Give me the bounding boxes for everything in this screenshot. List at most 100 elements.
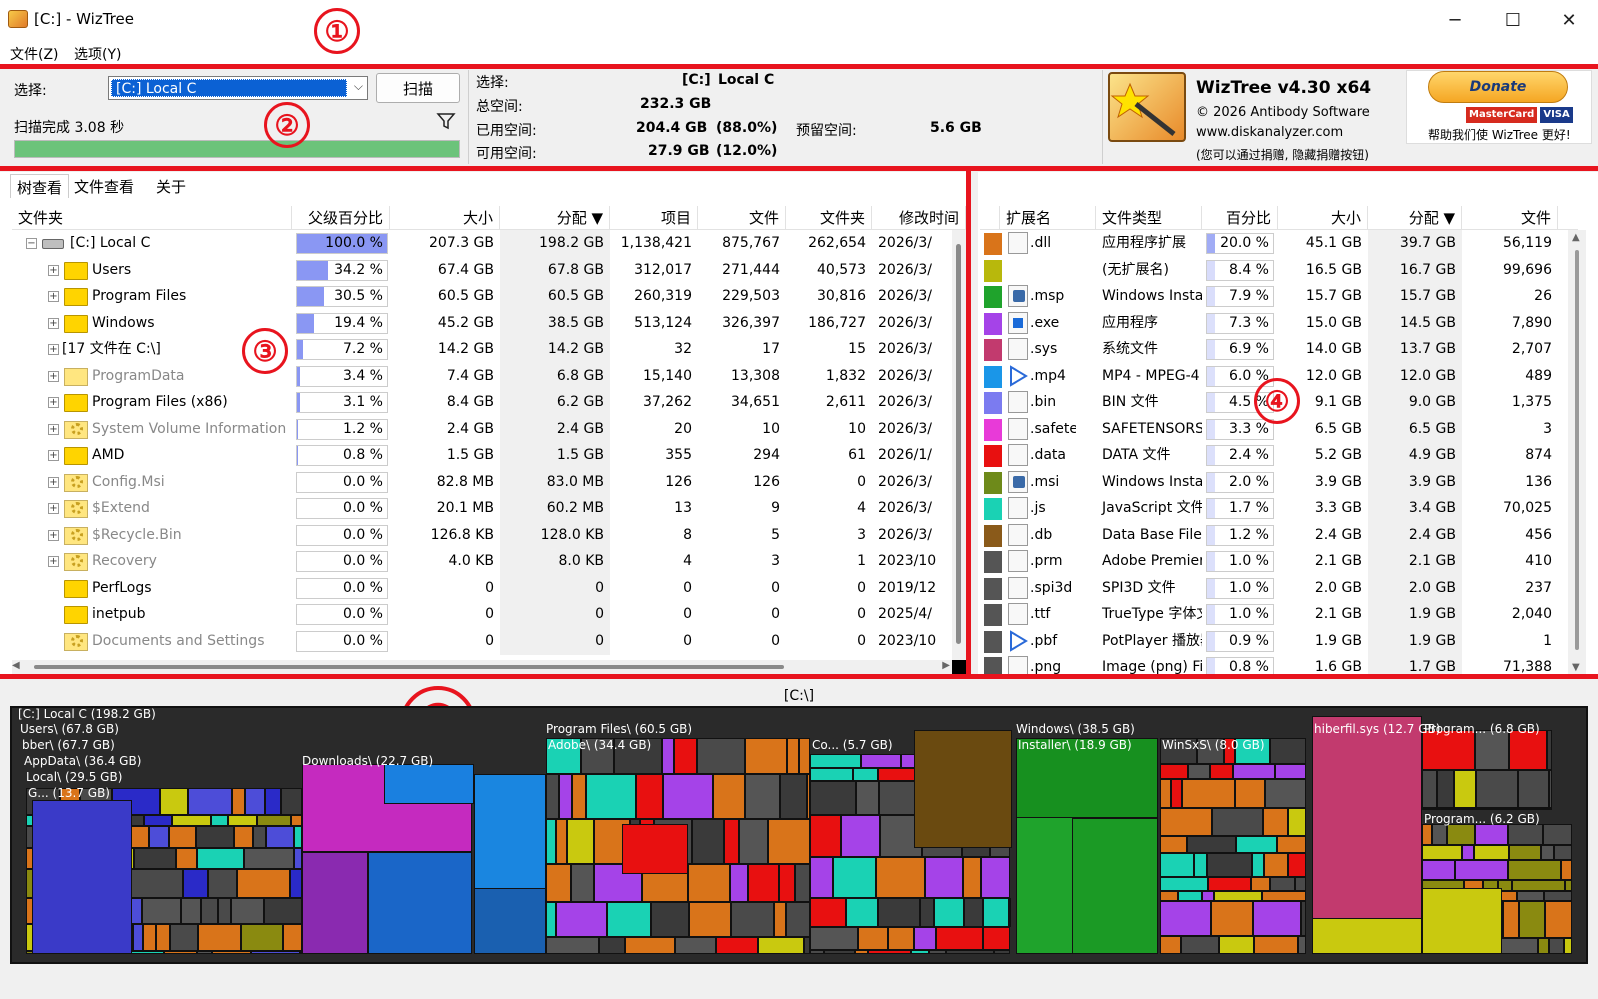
treemap-block[interactable] [856, 781, 879, 815]
treemap-block[interactable] [795, 864, 810, 902]
treemap-block[interactable] [32, 800, 132, 954]
maximize-button[interactable]: ☐ [1484, 0, 1542, 40]
treemap-block[interactable] [1517, 891, 1544, 901]
treemap-block[interactable] [1160, 891, 1178, 901]
table-row[interactable]: + Config.Msi 0.0 % 82.8 MB 83.0 MB 126 126 0 202… [12, 468, 952, 496]
treemap-block[interactable] [1454, 770, 1476, 808]
treemap-block[interactable] [731, 902, 774, 937]
treemap-block[interactable] [197, 848, 244, 869]
treemap-block[interactable] [212, 951, 251, 954]
tab-about[interactable]: 关于 [150, 174, 192, 198]
table-row[interactable]: .data DATA 文件 2.4 % 5.2 GB 4.9 GB 874 [980, 442, 1560, 469]
treemap-block[interactable] [1251, 877, 1270, 891]
treemap-block[interactable] [228, 815, 257, 826]
h-scrollbar-thumb[interactable] [34, 665, 784, 669]
treemap-block[interactable] [1160, 853, 1194, 877]
tree-vertical-scrollbar[interactable] [952, 230, 966, 660]
extension-vertical-scrollbar[interactable]: ▲ ▼ [1568, 230, 1586, 676]
treemap-block[interactable] [810, 781, 856, 815]
treemap-block[interactable] [914, 927, 936, 950]
treemap-block[interactable] [1475, 824, 1508, 845]
expand-toggle-icon[interactable]: + [48, 264, 59, 276]
scrollbar-thumb[interactable] [1575, 250, 1579, 650]
treemap-block[interactable] [290, 869, 302, 898]
treemap-block[interactable] [1210, 764, 1233, 779]
treemap-block[interactable] [1422, 888, 1502, 954]
treemap-block[interactable] [1233, 764, 1275, 779]
treemap-block[interactable] [1235, 779, 1265, 808]
treemap-block[interactable] [983, 898, 1009, 927]
tab-tree-view[interactable]: 树查看 [10, 174, 70, 198]
treemap-block[interactable] [748, 864, 779, 902]
treemap-block[interactable] [599, 937, 625, 954]
treemap-block[interactable] [861, 754, 901, 768]
treemap-block[interactable] [556, 902, 607, 937]
extension-header-1[interactable]: 文件类型 [1096, 206, 1202, 230]
treemap-block[interactable] [779, 864, 795, 902]
treemap-block[interactable] [1270, 738, 1306, 764]
table-row[interactable]: .msp Windows Installe 7.9 % 15.7 GB 15.7 GB 2… [980, 283, 1560, 310]
treemap-block[interactable] [1207, 853, 1252, 877]
treemap-block[interactable] [1508, 860, 1561, 880]
treemap-block[interactable] [1009, 898, 1011, 927]
treemap-block[interactable] [651, 902, 689, 937]
extension-header-2[interactable]: 百分比 [1202, 206, 1278, 230]
treemap-block[interactable] [824, 950, 855, 954]
treemap-block[interactable] [160, 788, 188, 815]
treemap-block[interactable] [1171, 779, 1182, 808]
treemap-block[interactable] [257, 815, 291, 826]
table-row[interactable]: .sys 系统文件 6.9 % 14.0 GB 13.7 GB 2,707 [980, 336, 1560, 363]
treemap-block[interactable] [567, 819, 594, 864]
treemap-block[interactable] [674, 738, 697, 774]
treemap-block[interactable] [1312, 918, 1422, 954]
close-button[interactable]: ✕ [1540, 0, 1598, 40]
tree-header-5[interactable]: 文件 [698, 206, 786, 230]
treemap-block[interactable] [143, 924, 156, 951]
treemap-block[interactable] [1564, 938, 1572, 954]
extension-header-0[interactable]: 扩展名 [1000, 206, 1096, 230]
treemap-block[interactable] [1211, 901, 1253, 936]
scroll-up-icon[interactable]: ▲ [1572, 232, 1580, 243]
treemap-block[interactable] [571, 864, 594, 902]
treemap-block[interactable] [170, 924, 198, 951]
treemap-block[interactable] [810, 768, 853, 781]
treemap-block[interactable] [853, 768, 878, 781]
treemap-block[interactable] [283, 924, 302, 951]
treemap-block[interactable] [1475, 730, 1509, 770]
treemap-block[interactable] [925, 857, 963, 898]
treemap-block[interactable] [1514, 808, 1530, 810]
treemap-block[interactable] [244, 848, 294, 869]
treemap-block[interactable] [1422, 845, 1462, 860]
treemap-block[interactable] [1547, 730, 1552, 770]
about-url[interactable]: www.diskanalyzer.com [1196, 125, 1343, 140]
treemap-block[interactable] [758, 937, 804, 954]
treemap-block[interactable] [636, 774, 663, 819]
treemap-block[interactable] [1509, 730, 1547, 770]
treemap-block[interactable] [211, 815, 228, 826]
tab-file-view[interactable]: 文件查看 [68, 174, 140, 198]
expand-toggle-icon[interactable]: − [26, 238, 37, 249]
treemap-block[interactable] [281, 788, 302, 815]
table-row[interactable]: .ttf TrueType 字体文 1.0 % 2.1 GB 1.9 GB 2,040 [980, 601, 1560, 628]
scroll-left-icon[interactable]: ◀ [12, 660, 20, 671]
treemap-block[interactable] [196, 826, 234, 848]
treemap-block[interactable] [1188, 764, 1210, 779]
treemap-block[interactable] [1565, 880, 1572, 891]
treemap-block[interactable] [144, 815, 172, 826]
treemap-block[interactable] [1160, 836, 1187, 853]
treemap-block[interactable] [1432, 824, 1447, 845]
treemap-block[interactable] [888, 927, 914, 950]
treemap-block[interactable] [662, 738, 674, 774]
treemap-block[interactable] [768, 819, 810, 864]
treemap-block[interactable] [1253, 901, 1301, 936]
treemap-block[interactable] [810, 815, 841, 857]
treemap-block[interactable] [625, 937, 675, 954]
expand-toggle-icon[interactable]: + [48, 529, 59, 541]
treemap-block[interactable] [1265, 779, 1306, 808]
treemap-block[interactable] [234, 826, 253, 848]
treemap-block[interactable] [739, 819, 768, 864]
treemap-block[interactable] [546, 902, 556, 937]
treemap-block[interactable] [237, 869, 290, 898]
table-row[interactable]: (无扩展名) 8.4 % 16.5 GB 16.7 GB 99,696 [980, 256, 1560, 284]
treemap-block[interactable] [176, 848, 197, 869]
